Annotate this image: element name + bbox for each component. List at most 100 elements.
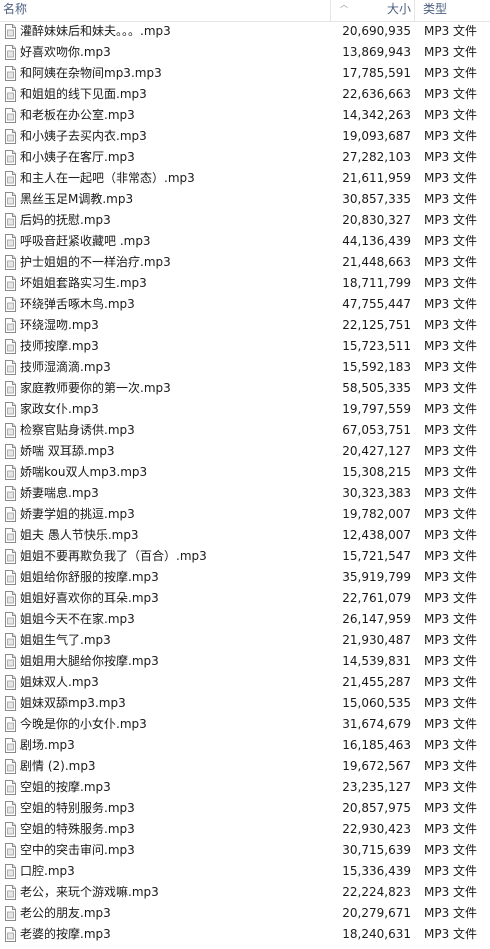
file-name: 娇妻喘息.mp3 <box>20 486 99 500</box>
file-row[interactable]: 护士姐姐的不一样治疗.mp3 21,448,663 MP3 文件 <box>0 252 490 273</box>
file-type: MP3 文件 <box>424 465 478 479</box>
file-row[interactable]: 口腔.mp3 15,336,439 MP3 文件 <box>0 861 490 882</box>
file-row[interactable]: 坏姐姐套路实习生.mp3 18,711,799 MP3 文件 <box>0 273 490 294</box>
file-type: MP3 文件 <box>424 318 478 332</box>
file-row[interactable]: 剧场.mp3 16,185,463 MP3 文件 <box>0 735 490 756</box>
file-size: 20,830,327 <box>342 213 411 227</box>
mp3-file-icon <box>5 108 16 123</box>
file-row[interactable]: 和主人在一起吧（非常态）.mp3 21,611,959 MP3 文件 <box>0 168 490 189</box>
file-row[interactable]: 家政女仆.mp3 19,797,559 MP3 文件 <box>0 399 490 420</box>
mp3-file-icon <box>5 276 16 291</box>
file-size: 14,342,263 <box>342 108 411 122</box>
file-row[interactable]: 娇喘kou双人mp3.mp3 15,308,215 MP3 文件 <box>0 462 490 483</box>
file-name: 空姐的特别服务.mp3 <box>20 801 135 815</box>
mp3-file-icon <box>5 423 16 438</box>
file-type: MP3 文件 <box>424 591 478 605</box>
file-row[interactable]: 姐姐生气了.mp3 21,930,487 MP3 文件 <box>0 630 490 651</box>
file-row[interactable]: 呼吸音赶紧收藏吧 .mp3 44,136,439 MP3 文件 <box>0 231 490 252</box>
file-row[interactable]: 黑丝玉足M调教.mp3 30,857,335 MP3 文件 <box>0 189 490 210</box>
file-type: MP3 文件 <box>424 864 478 878</box>
mp3-file-icon <box>5 507 16 522</box>
file-row[interactable]: 姐姐不要再欺负我了（百合）.mp3 15,721,547 MP3 文件 <box>0 546 490 567</box>
file-name: 姐妹双舔mp3.mp3 <box>20 696 126 710</box>
file-row[interactable]: 空姐的按摩.mp3 23,235,127 MP3 文件 <box>0 777 490 798</box>
file-type: MP3 文件 <box>424 255 478 269</box>
file-row[interactable]: 老婆的按摩.mp3 18,240,631 MP3 文件 <box>0 924 490 945</box>
mp3-file-icon <box>5 612 16 627</box>
mp3-file-icon <box>5 675 16 690</box>
file-row[interactable]: 环绕湿吻.mp3 22,125,751 MP3 文件 <box>0 315 490 336</box>
file-type: MP3 文件 <box>424 654 478 668</box>
file-row[interactable]: 剧情 (2).mp3 19,672,567 MP3 文件 <box>0 756 490 777</box>
file-row[interactable]: 空姐的特殊服务.mp3 22,930,423 MP3 文件 <box>0 819 490 840</box>
file-row[interactable]: 娇喘 双耳舔.mp3 20,427,127 MP3 文件 <box>0 441 490 462</box>
file-name: 老公的朋友.mp3 <box>20 906 111 920</box>
file-row[interactable]: 和小姨子去买内衣.mp3 19,093,687 MP3 文件 <box>0 126 490 147</box>
file-row[interactable]: 和姐姐的线下见面.mp3 22,636,663 MP3 文件 <box>0 84 490 105</box>
file-row[interactable]: 娇妻喘息.mp3 30,323,383 MP3 文件 <box>0 483 490 504</box>
column-header-name[interactable]: 名称 <box>3 0 323 21</box>
file-name: 后妈的抚慰.mp3 <box>20 213 111 227</box>
file-size: 22,125,751 <box>342 318 411 332</box>
file-type: MP3 文件 <box>424 129 478 143</box>
file-size: 19,782,007 <box>342 507 411 521</box>
file-name: 娇妻学姐的挑逗.mp3 <box>20 507 135 521</box>
file-row[interactable]: 姐妹双人.mp3 21,455,287 MP3 文件 <box>0 672 490 693</box>
file-type: MP3 文件 <box>424 780 478 794</box>
mp3-file-icon <box>5 486 16 501</box>
file-name: 姐姐给你舒服的按摩.mp3 <box>20 570 159 584</box>
file-row[interactable]: 检察官贴身诱供.mp3 67,053,751 MP3 文件 <box>0 420 490 441</box>
file-row[interactable]: 好喜欢吻你.mp3 13,869,943 MP3 文件 <box>0 42 490 63</box>
file-row[interactable]: 今晚是你的小女仆.mp3 31,674,679 MP3 文件 <box>0 714 490 735</box>
file-row[interactable]: 技师按摩.mp3 15,723,511 MP3 文件 <box>0 336 490 357</box>
file-size: 22,224,823 <box>342 885 411 899</box>
file-row[interactable]: 和阿姨在杂物间mp3.mp3 17,785,591 MP3 文件 <box>0 63 490 84</box>
file-name: 家政女仆.mp3 <box>20 402 99 416</box>
file-row[interactable]: 后妈的抚慰.mp3 20,830,327 MP3 文件 <box>0 210 490 231</box>
mp3-file-icon <box>5 465 16 480</box>
file-name: 姐妹双人.mp3 <box>20 675 99 689</box>
file-size: 17,785,591 <box>342 66 411 80</box>
mp3-file-icon <box>5 66 16 81</box>
file-row[interactable]: 和老板在办公室.mp3 14,342,263 MP3 文件 <box>0 105 490 126</box>
file-type: MP3 文件 <box>424 843 478 857</box>
file-row[interactable]: 姐姐用大腿给你按摩.mp3 14,539,831 MP3 文件 <box>0 651 490 672</box>
file-row[interactable]: 姐姐给你舒服的按摩.mp3 35,919,799 MP3 文件 <box>0 567 490 588</box>
file-name: 老公，来玩个游戏嘛.mp3 <box>20 885 159 899</box>
file-row[interactable]: 老公的朋友.mp3 20,279,671 MP3 文件 <box>0 903 490 924</box>
file-row[interactable]: 姐姐好喜欢你的耳朵.mp3 22,761,079 MP3 文件 <box>0 588 490 609</box>
file-row[interactable]: 姐妹双舔mp3.mp3 15,060,535 MP3 文件 <box>0 693 490 714</box>
mp3-file-icon <box>5 570 16 585</box>
file-type: MP3 文件 <box>424 45 478 59</box>
file-row[interactable]: 空中的突击审问.mp3 30,715,639 MP3 文件 <box>0 840 490 861</box>
file-row[interactable]: 姐姐今天不在家.mp3 26,147,959 MP3 文件 <box>0 609 490 630</box>
file-row[interactable]: 娇妻学姐的挑逗.mp3 19,782,007 MP3 文件 <box>0 504 490 525</box>
mp3-file-icon <box>5 528 16 543</box>
file-size: 19,093,687 <box>342 129 411 143</box>
file-row[interactable]: 技师湿滴滴.mp3 15,592,183 MP3 文件 <box>0 357 490 378</box>
file-size: 27,282,103 <box>342 150 411 164</box>
file-name: 和小姨子在客厅.mp3 <box>20 150 135 164</box>
file-type: MP3 文件 <box>424 360 478 374</box>
file-row[interactable]: 空姐的特别服务.mp3 20,857,975 MP3 文件 <box>0 798 490 819</box>
file-row[interactable]: 和小姨子在客厅.mp3 27,282,103 MP3 文件 <box>0 147 490 168</box>
file-row[interactable]: 家庭教师要你的第一次.mp3 58,505,335 MP3 文件 <box>0 378 490 399</box>
file-row[interactable]: 灌醉妹妹后和妹夫。。。.mp3 20,690,935 MP3 文件 <box>0 21 490 42</box>
file-name: 黑丝玉足M调教.mp3 <box>20 192 134 206</box>
file-size: 18,240,631 <box>342 927 411 941</box>
mp3-file-icon <box>5 549 16 564</box>
mp3-file-icon <box>5 381 16 396</box>
file-name: 娇喘 双耳舔.mp3 <box>20 444 115 458</box>
mp3-file-icon <box>5 402 16 417</box>
file-row[interactable]: 老公，来玩个游戏嘛.mp3 22,224,823 MP3 文件 <box>0 882 490 903</box>
file-row[interactable]: 姐夫 愚人节快乐.mp3 12,438,007 MP3 文件 <box>0 525 490 546</box>
mp3-file-icon <box>5 591 16 606</box>
mp3-file-icon <box>5 192 16 207</box>
mp3-file-icon <box>5 24 16 39</box>
file-size: 31,674,679 <box>342 717 411 731</box>
file-name: 和老板在办公室.mp3 <box>20 108 135 122</box>
column-header-type[interactable]: 类型 <box>414 0 490 21</box>
file-type: MP3 文件 <box>424 570 478 584</box>
file-size: 20,279,671 <box>342 906 411 920</box>
file-row[interactable]: 环绕弹舌啄木鸟.mp3 47,755,447 MP3 文件 <box>0 294 490 315</box>
